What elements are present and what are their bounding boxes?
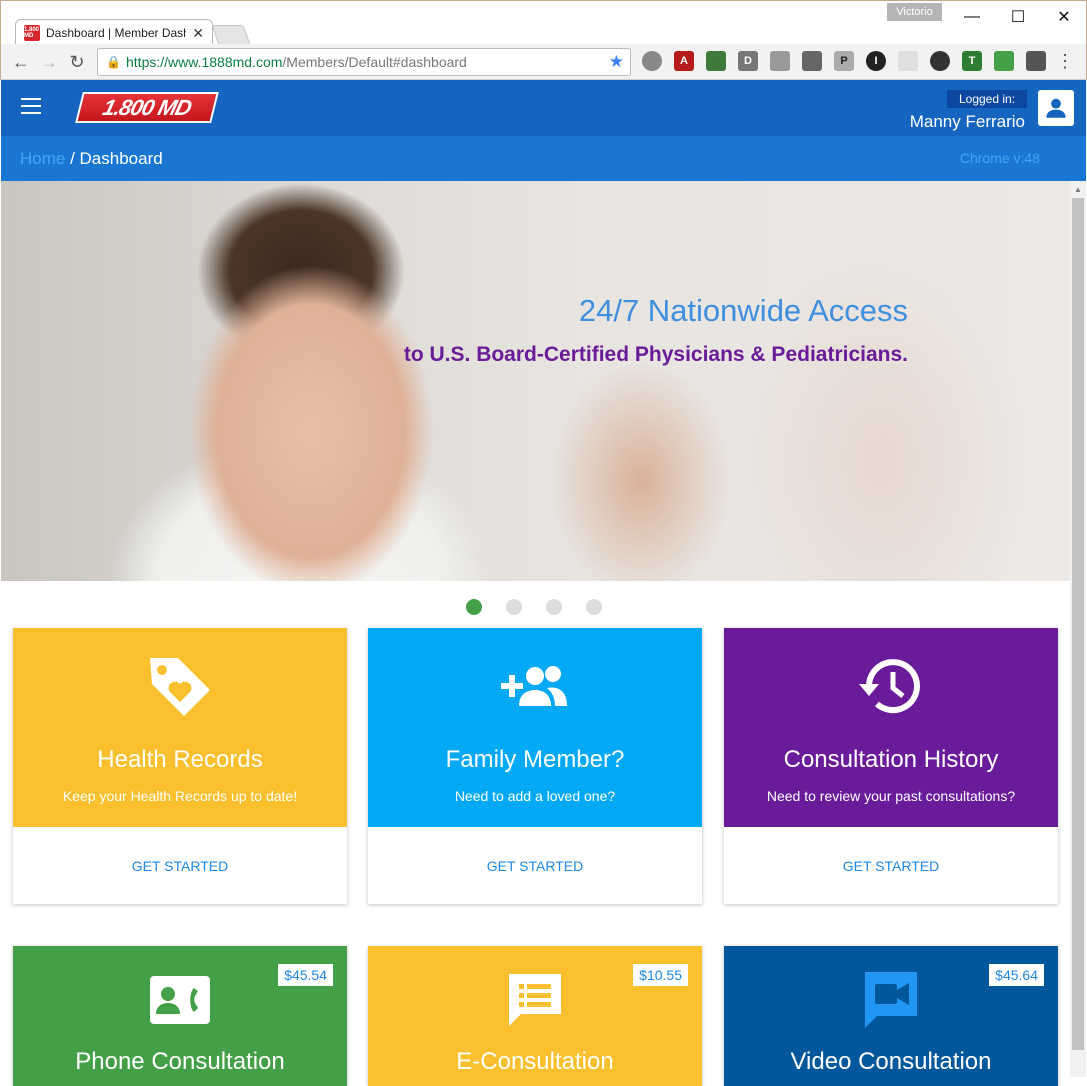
url-host: https://www.1888md.com [126, 54, 283, 70]
card-title: E-Consultation [456, 1048, 614, 1075]
card-title: Consultation History [783, 746, 999, 773]
card-title: Health Records [97, 746, 263, 773]
extension-gray-icon[interactable] [1026, 51, 1046, 71]
extension-green-icon[interactable] [994, 51, 1014, 71]
get-started-button[interactable]: GET STARTED [843, 858, 939, 874]
video-icon [865, 972, 917, 1028]
card-header: $10.55 E-Consultation [368, 946, 702, 1086]
extension-blank-icon[interactable] [898, 51, 918, 71]
scroll-up-icon[interactable]: ▲ [1070, 181, 1086, 197]
phone-consultation-card[interactable]: $45.54 Phone Consultation [13, 946, 347, 1086]
price-badge: $45.54 [278, 964, 333, 986]
card-description: Need to review your past consultations? [766, 788, 1016, 804]
bookmark-star-icon[interactable]: ★ [609, 52, 624, 72]
forward-icon[interactable]: → [37, 50, 61, 74]
card-header: Consultation History Need to review your… [724, 628, 1058, 827]
card-header: Health Records Keep your Health Records … [13, 628, 347, 827]
url-path: /Members/Default#dashboard [282, 54, 467, 70]
consultation-history-card: Consultation History Need to review your… [724, 628, 1058, 904]
get-started-button[interactable]: GET STARTED [487, 858, 583, 874]
back-icon[interactable]: ← [9, 50, 33, 74]
hero-title: 24/7 Nationwide Access [578, 293, 908, 328]
chrome-version: Chrome v:48 [959, 150, 1040, 166]
scrollbar-thumb[interactable] [1072, 198, 1084, 1050]
lock-icon: 🔒 [106, 55, 121, 69]
card-footer: GET STARTED [724, 827, 1058, 904]
price-badge: $45.64 [989, 964, 1044, 986]
e-consultation-card[interactable]: $10.55 E-Consultation [368, 946, 702, 1086]
breadcrumb-separator: / [65, 149, 80, 168]
add-group-icon [501, 666, 567, 706]
card-footer: GET STARTED [13, 827, 347, 904]
maximize-icon[interactable]: ☐ [995, 5, 1041, 29]
hero-banner[interactable]: 24/7 Nationwide Access to U.S. Board-Cer… [1, 181, 1070, 581]
extension-reel-icon[interactable] [930, 51, 950, 71]
browser-menu-icon[interactable]: ⋮ [1056, 52, 1074, 70]
card-header: $45.54 Phone Consultation [13, 946, 347, 1086]
logged-in-label: Logged in: [947, 90, 1027, 108]
reload-icon[interactable]: ↻ [65, 50, 89, 74]
carousel-dot[interactable] [466, 599, 482, 615]
card-description: Keep your Health Records up to date! [62, 788, 298, 804]
history-icon [859, 659, 920, 714]
hero-subtitle: to U.S. Board-Certified Physicians & Ped… [403, 343, 908, 366]
video-consultation-card[interactable]: $45.64 Video Consultation [724, 946, 1058, 1086]
extension-pdf-icon[interactable]: A [674, 51, 694, 71]
extension-id-icon[interactable]: I [866, 51, 886, 71]
extension-balloon-icon[interactable] [642, 51, 662, 71]
chat-list-icon [509, 974, 561, 1026]
card-title: Family Member? [445, 746, 625, 773]
address-bar[interactable]: 🔒 https://www.1888md.com/Members/Default… [97, 48, 631, 76]
close-window-icon[interactable]: ✕ [1041, 5, 1087, 29]
extension-d-icon[interactable]: D [738, 51, 758, 71]
price-badge: $10.55 [633, 964, 688, 986]
breadcrumb-home-link[interactable]: Home [20, 149, 65, 168]
site-header: 1.800 MD Logged in: Manny Ferrario [1, 80, 1086, 136]
breadcrumb-bar: Home / Dashboard Chrome v:48 [1, 136, 1086, 181]
hamburger-menu-icon[interactable] [21, 98, 41, 114]
tag-heart-icon [150, 658, 210, 716]
browser-tab[interactable]: 1.800 MD Dashboard | Member Dash ✕ [15, 19, 213, 46]
extension-stack-icon[interactable] [770, 51, 790, 71]
profile-name[interactable]: Victorio [887, 3, 942, 21]
card-header: $45.64 Video Consultation [724, 946, 1058, 1086]
card-title: Phone Consultation [75, 1048, 285, 1075]
carousel-dot[interactable] [586, 599, 602, 615]
tab-title: Dashboard | Member Dash [46, 26, 187, 40]
extension-p-icon[interactable]: P [834, 51, 854, 71]
carousel-dot[interactable] [546, 599, 562, 615]
card-footer: GET STARTED [368, 827, 702, 904]
user-avatar-icon[interactable] [1038, 90, 1074, 126]
family-member-card: Family Member? Need to add a loved one? … [368, 628, 702, 904]
browser-titlebar: 1.800 MD Dashboard | Member Dash ✕ Victo… [0, 0, 1087, 46]
extension-files-icon[interactable] [802, 51, 822, 71]
carousel-dot[interactable] [506, 599, 522, 615]
get-started-button[interactable]: GET STARTED [132, 858, 228, 874]
card-title: Video Consultation [790, 1048, 992, 1075]
breadcrumb: Home / Dashboard [20, 149, 163, 169]
extension-image-icon[interactable] [706, 51, 726, 71]
health-records-card: Health Records Keep your Health Records … [13, 628, 347, 904]
browser-toolbar: ← → ↻ 🔒 https://www.1888md.com/Members/D… [0, 44, 1087, 80]
site-logo[interactable]: 1.800 MD [75, 92, 219, 123]
carousel-indicators [466, 599, 602, 615]
extension-t-icon[interactable]: T [962, 51, 982, 71]
new-tab-button[interactable] [211, 25, 251, 45]
card-description: Need to add a loved one? [454, 788, 616, 804]
site-favicon-icon: 1.800 MD [24, 25, 40, 41]
card-header: Family Member? Need to add a loved one? [368, 628, 702, 827]
phone-contact-icon [150, 976, 210, 1024]
minimize-icon[interactable]: — [949, 5, 995, 29]
close-tab-icon[interactable]: ✕ [192, 25, 204, 42]
user-name[interactable]: Manny Ferrario [910, 112, 1025, 132]
page-scrollbar[interactable]: ▲ [1070, 181, 1086, 1077]
breadcrumb-current: Dashboard [79, 149, 163, 168]
